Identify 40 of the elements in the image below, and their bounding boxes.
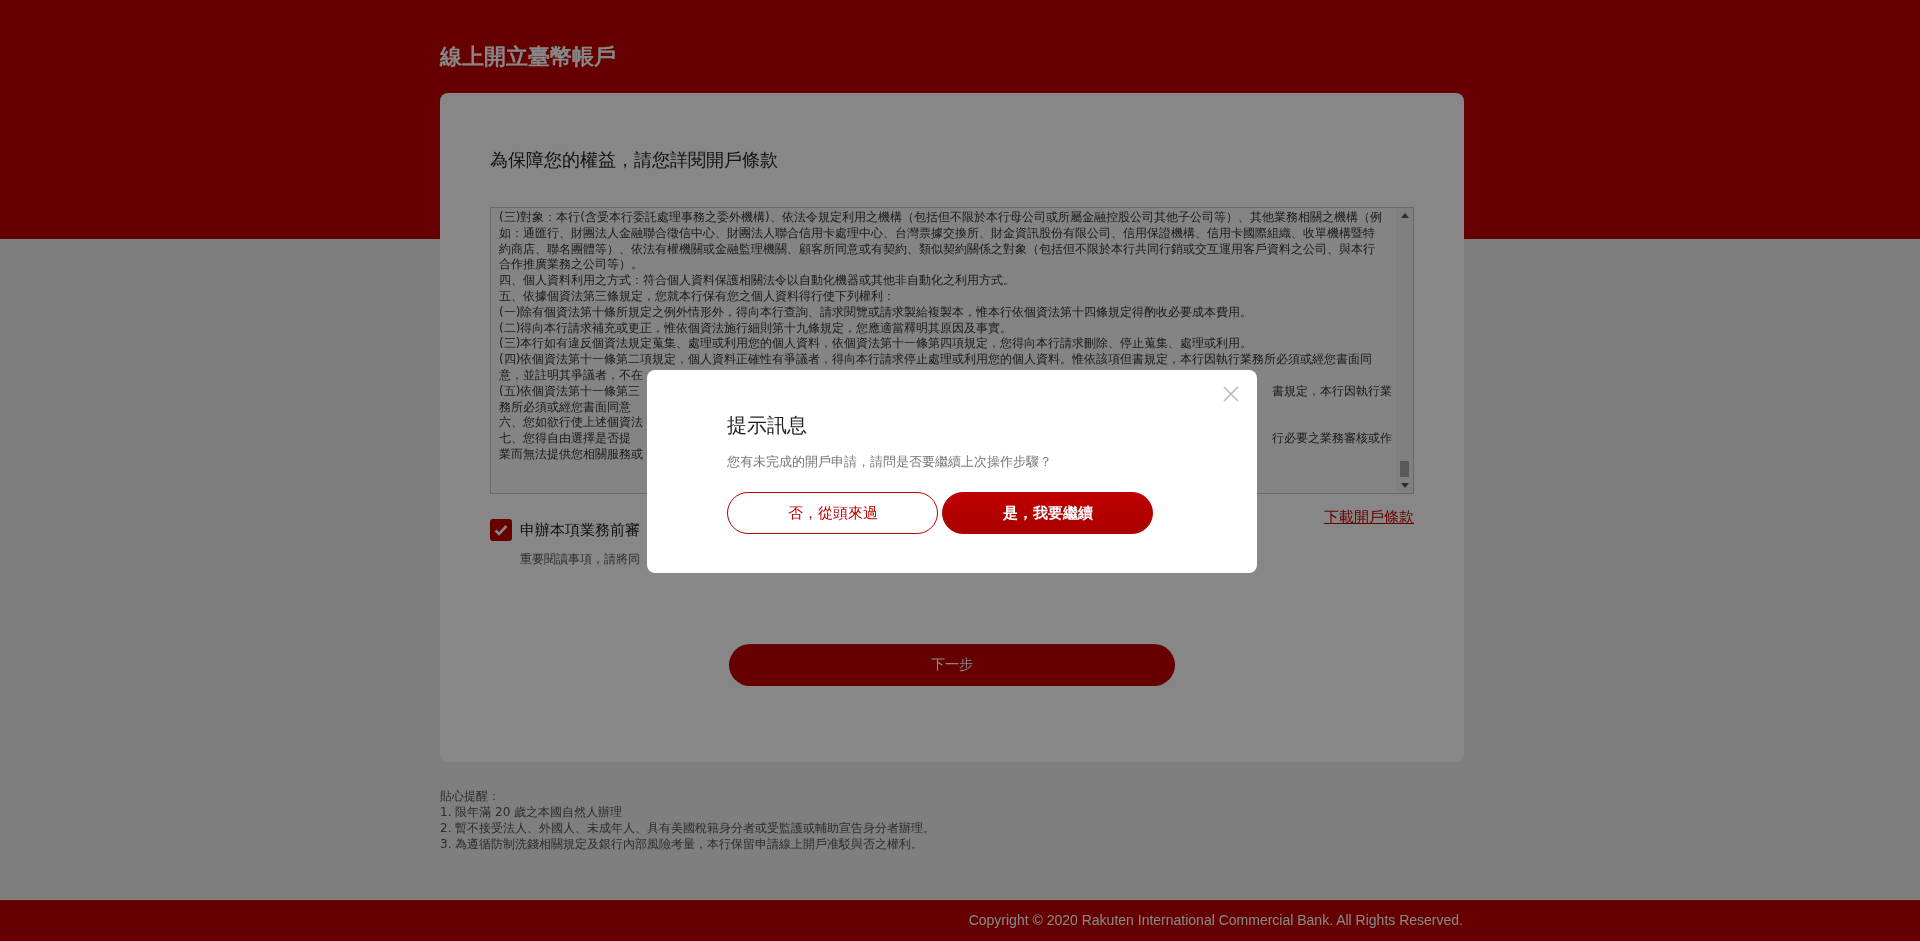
dialog-button[interactable]: 否，從頭來過 xyxy=(727,492,938,534)
terms-line: (三)對象：本行(含受本行委託處理事務之委外機構)、依法令規定利用之機構（包括但不限於本行母公司或所屬金融控股公司其他子公司等）、其他業務相關之機構（例 xyxy=(499,210,1383,226)
scrollbar[interactable] xyxy=(1396,208,1413,493)
terms-line: 約商店、聯名團體等）、依法有權機關或金融監理機關、顧客所同意或有契約、類似契約關係之對象（包括但不限於本行共同行銷或交互運用客戶資料之公司、與本行 xyxy=(499,241,1376,258)
next-button[interactable]: 下一步 xyxy=(729,643,1175,686)
download-link[interactable]: 下載開戶條款 xyxy=(1324,506,1414,529)
terms-line: (三)本行如有違反個資法規定蒐集、處理或利用您的個人資料，依個資法第十一條第四項規定，您得向本行請求刪除、停止蒐集、處理或利用。 xyxy=(499,336,1254,353)
copyright-text: Copyright © 2020 Rakuten International Commercial Bank. All Rights Reserved. xyxy=(967,911,1463,930)
terms-line: 務所必須或經您書面同意 xyxy=(499,399,631,416)
terms-line: 書規定，本行因執行業 xyxy=(1272,383,1392,400)
terms-line: 六、您如欲行使上述個資法 xyxy=(499,415,643,432)
close-icon[interactable] xyxy=(1223,386,1239,402)
checkbox[interactable] xyxy=(490,519,512,542)
terms-line: (四)依個資法第十一條第二項規定，個人資料正確性有爭議者，得向本行請求停止處理或利用您的個人資料。惟依該項但書規定，本行因執行業務所必須或經您書面同 xyxy=(499,352,1374,368)
tips-title: 貼心提醒： xyxy=(440,788,500,804)
terms-line: 七、您得自由選擇是否提 xyxy=(499,431,631,447)
scrollbar-thumb[interactable] xyxy=(1400,461,1409,477)
agreement-note: 重要閱讀事項，請將同 xyxy=(520,550,640,568)
agreement-label: 申辦本項業務前審 xyxy=(520,520,640,541)
terms-line: 意，並註明其爭議者，不在 xyxy=(499,367,643,384)
dialog-button[interactable]: 是，我要繼續 xyxy=(942,492,1153,534)
terms-line: 四、個人資料利用之方式：符合個人資料保護相關法令以自動化機器或其他非自動化之利用方式。 xyxy=(499,273,1016,289)
terms-line: (五)依個資法第十一條第三 xyxy=(499,383,641,400)
terms-heading: 為保障您的權益，請您詳閱開戶條款 xyxy=(490,148,778,172)
tips-item: 2. 暫不接受法人、外國人、未成年人、具有美國稅籍身分者或受監護或輔助宣告身分者辦理。 xyxy=(440,820,936,836)
tips-item: 3. 為遵循防制洗錢相關規定及銀行內部風險考量，本行保留申請線上開戶准駁與否之權利。 xyxy=(440,836,924,852)
terms-line: 合作推廣業務之公司等）。 xyxy=(499,257,644,274)
check-icon xyxy=(494,524,508,537)
terms-line: (一)除有個資法第十條所規定之例外情形外，得向本行查詢、請求閱覽或請求製給複製本，惟本行依個資法第十四條規定得酌收必要成本費用。 xyxy=(499,304,1254,321)
dialog-message: 您有未完成的開戶申請，請問是否要繼續上次操作步驟？ xyxy=(727,453,1052,471)
terms-line: (二)得向本行請求補充或更正，惟依個資法施行細則第十九條規定，您應適當釋明其原因及事實。 xyxy=(499,320,1014,337)
page-title: 線上開立臺幣帳戶 xyxy=(440,44,616,70)
scroll-up-icon[interactable] xyxy=(1400,213,1409,218)
tips-item: 1. 限年滿 20 歲之本國自然人辦理 xyxy=(440,804,623,820)
dialog-title: 提示訊息 xyxy=(727,412,807,438)
terms-line: 行必要之業務審核或作 xyxy=(1272,431,1392,447)
scroll-down-icon[interactable] xyxy=(1400,483,1409,488)
terms-line: 業而無法提供您相關服務或 xyxy=(499,446,643,463)
terms-line: 五、依據個資法第三條規定，您就本行保有您之個人資料得行使下列權利： xyxy=(499,289,896,305)
terms-line: 如：通匯行、財團法人金融聯合徵信中心、財團法人聯合信用卡處理中心、台灣票據交換所、財金資訊股份有限公司、信用保證機構、信用卡國際組織、收單機構暨特 xyxy=(499,225,1376,242)
